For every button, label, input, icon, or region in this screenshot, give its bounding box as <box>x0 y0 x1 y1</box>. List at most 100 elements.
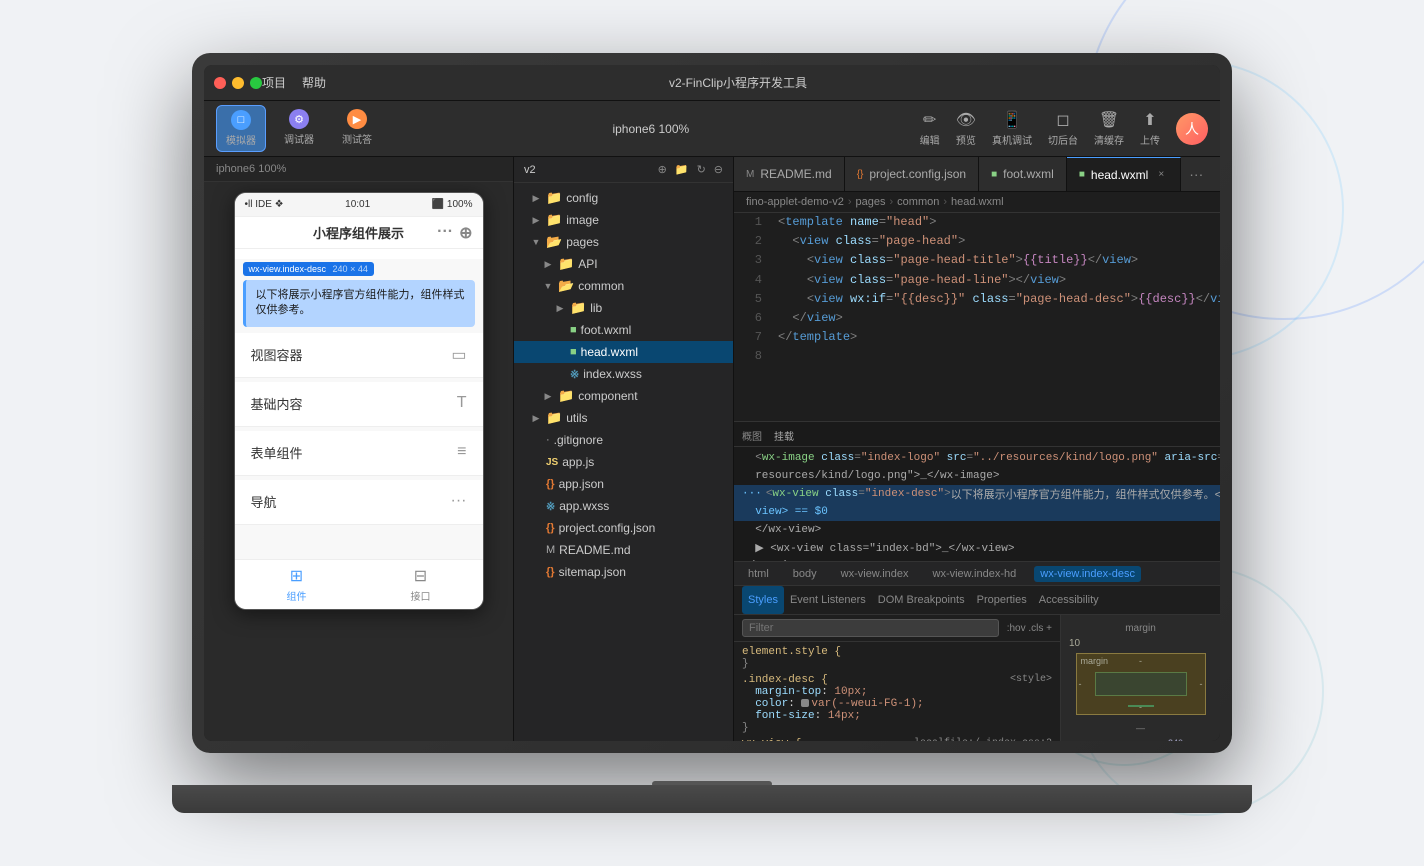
user-avatar[interactable]: 人 <box>1176 113 1208 145</box>
phone-section-view: ▭ 视图容器 <box>235 333 483 378</box>
clear-action[interactable]: 🗑 清缓存 <box>1094 110 1124 147</box>
debugger-button[interactable]: ⚙ 调试器 <box>274 105 324 152</box>
styles-toolbar: :hov .cls + <box>734 615 1060 642</box>
sitemap-icon: {} <box>546 566 555 578</box>
basic-label: 基础内容 <box>251 397 303 412</box>
tree-item-sitemap[interactable]: ▶ {} sitemap.json <box>514 561 733 583</box>
nav-component[interactable]: ⊞ 组件 <box>235 560 359 609</box>
tree-item-index-wxss[interactable]: ▶ ※ index.wxss <box>514 363 733 385</box>
readme-icon: M <box>546 544 555 556</box>
tree-item-common[interactable]: ▼ 📂 common <box>514 275 733 297</box>
bg-label: 切后台 <box>1048 132 1078 147</box>
new-file-btn[interactable]: ⊕ <box>658 163 667 176</box>
tree-item-image[interactable]: ▶ 📁 image <box>514 209 733 231</box>
tree-item-app-wxss[interactable]: ▶ ※ app.wxss <box>514 495 733 517</box>
tree-item-app-js[interactable]: ▶ JS app.js <box>514 451 733 473</box>
projjson-icon: {} <box>546 522 555 534</box>
tree-label-head-wxml: head.wxml <box>581 345 638 359</box>
panel-tab-events[interactable]: Event Listeners <box>784 586 872 614</box>
tabs-overflow[interactable]: ··· <box>1181 166 1211 182</box>
minimize-button[interactable] <box>232 77 244 89</box>
toolbar-right: ✏ 编辑 👁 预览 📱 真机调试 ◻ 切后台 <box>920 110 1208 147</box>
tree-item-readme[interactable]: ▶ M README.md <box>514 539 733 561</box>
tab-readme[interactable]: M README.md <box>734 157 845 191</box>
edit-icon: ✏ <box>923 110 936 130</box>
panel-tab-props[interactable]: Properties <box>971 586 1033 614</box>
tab-foot-wxml[interactable]: ■ foot.wxml <box>979 157 1067 191</box>
breadcrumb-file: head.wxml <box>951 196 1004 208</box>
elem-tab-wxview-desc[interactable]: wx-view.index-desc <box>1034 566 1141 582</box>
tree-item-config[interactable]: ▶ 📁 config <box>514 187 733 209</box>
simulator-button[interactable]: □ 模拟器 <box>216 105 266 152</box>
bg-action[interactable]: ◻ 切后台 <box>1048 110 1078 147</box>
basic-icon: T <box>457 394 467 412</box>
panel-tab-styles[interactable]: Styles <box>742 586 784 614</box>
folder-icon-utils: 📁 <box>546 410 562 426</box>
panel-tab-access[interactable]: Accessibility <box>1033 586 1105 614</box>
refresh-btn[interactable]: ↻ <box>697 163 706 176</box>
box-model-diagram: margin - - - - <box>1076 653 1206 715</box>
preview-action[interactable]: 👁 预览 <box>956 110 976 147</box>
html-line-4: view> == $0 <box>734 503 1220 521</box>
menu-item-project[interactable]: 项目 <box>262 74 286 91</box>
phone-title: 小程序组件展示 <box>313 223 404 242</box>
tree-item-lib[interactable]: ▶ 📁 lib <box>514 297 733 319</box>
ln-3: 3 <box>734 251 762 270</box>
tree-item-utils[interactable]: ▶ 📁 utils <box>514 407 733 429</box>
device-debug-action[interactable]: 📱 真机调试 <box>992 110 1032 147</box>
elem-tab-wxview[interactable]: wx-view.index <box>835 566 915 582</box>
highlight-box: 以下将展示小程序官方组件能力，组件样式仅供参考。 <box>243 280 475 327</box>
collapse-btn[interactable]: ⊖ <box>714 163 723 176</box>
tab-project-config[interactable]: {} project.config.json <box>845 157 979 191</box>
prop-margin: margin-top <box>755 686 821 698</box>
edit-action[interactable]: ✏ 编辑 <box>920 110 940 147</box>
filter-input[interactable] <box>742 619 999 637</box>
elem-tab-wxview-hd[interactable]: wx-view.index-hd <box>927 566 1023 582</box>
arrow-api: ▶ <box>542 258 554 270</box>
tab-foot-label: foot.wxml <box>1003 167 1054 181</box>
tree-item-project-json[interactable]: ▶ {} project.config.json <box>514 517 733 539</box>
tree-item-gitignore[interactable]: ▶ · .gitignore <box>514 429 733 451</box>
tree-item-head-wxml[interactable]: ▶ ■ head.wxml <box>514 341 733 363</box>
maximize-button[interactable] <box>250 77 262 89</box>
arrow-component: ▶ <box>542 390 554 402</box>
simulator-label: 模拟器 <box>226 132 256 147</box>
ln-8: 8 <box>734 347 762 366</box>
more-icon[interactable]: ··· <box>437 223 453 243</box>
tab-head-wxml[interactable]: ■ head.wxml × <box>1067 157 1181 191</box>
tree-item-foot-wxml[interactable]: ▶ ■ foot.wxml <box>514 319 733 341</box>
menu-item-help[interactable]: 帮助 <box>302 74 326 91</box>
tree-label-component: component <box>578 389 637 403</box>
ln-7: 7 <box>734 328 762 347</box>
ln-6: 6 <box>734 309 762 328</box>
expand-icon[interactable]: ⊕ <box>459 223 472 243</box>
source-wxview: localfile:/.index.css:2 <box>914 738 1052 741</box>
api-nav-label: 接口 <box>411 588 431 603</box>
phone-section-form: ≡ 表单组件 <box>235 431 483 476</box>
close-button[interactable] <box>214 77 226 89</box>
ln-5: 5 <box>734 290 762 309</box>
json-icon: {} <box>546 478 555 490</box>
file-tree-panel: v2 ⊕ 📁 ↻ ⊖ ▶ 📁 <box>514 157 734 741</box>
nav-api[interactable]: ⊟ 接口 <box>359 560 483 609</box>
panel-tab-dom[interactable]: DOM Breakpoints <box>872 586 971 614</box>
tree-label-index-wxss: index.wxss <box>583 367 642 381</box>
status-left: •ll IDE ❖ <box>245 199 284 210</box>
bm-left: - <box>1079 679 1082 689</box>
tree-item-pages[interactable]: ▼ 📂 pages <box>514 231 733 253</box>
tree-item-api[interactable]: ▶ 📁 API <box>514 253 733 275</box>
tree-item-component[interactable]: ▶ 📁 component <box>514 385 733 407</box>
elem-tab-body[interactable]: body <box>787 566 823 582</box>
code-line-3: <view class="page-head-title" >{{title}}… <box>778 251 1212 270</box>
projcfg-tab-icon: {} <box>857 169 864 180</box>
tree-item-app-json[interactable]: ▶ {} app.json <box>514 473 733 495</box>
upload-action[interactable]: ⬆ 上传 <box>1140 110 1160 147</box>
laptop-outer: 项目 帮助 v2-FinClip小程序开发工具 □ 模拟器 ⚙ <box>192 53 1232 813</box>
tree-label-lib: lib <box>590 301 602 315</box>
test-button[interactable]: ▶ 测试答 <box>332 105 382 152</box>
styles-hint: :hov .cls + <box>1007 623 1052 634</box>
new-folder-btn[interactable]: 📁 <box>675 163 689 176</box>
close-head-tab[interactable]: × <box>1154 168 1168 182</box>
elem-tab-html[interactable]: html <box>742 566 775 582</box>
code-editor[interactable]: 1 2 3 4 5 6 7 8 <box>734 213 1220 421</box>
